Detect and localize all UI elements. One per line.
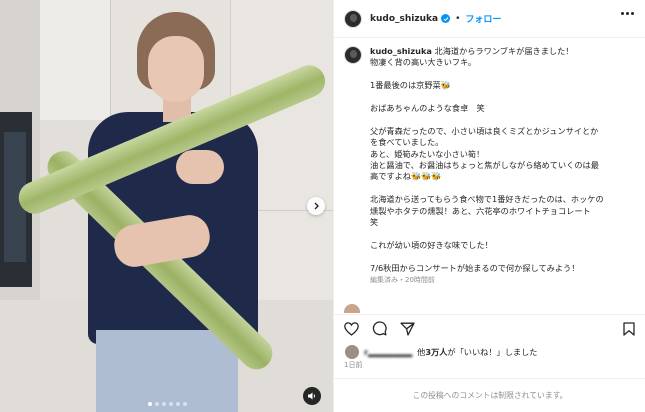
verified-badge-icon [441, 14, 451, 23]
comment-preview-text [368, 304, 541, 313]
speaker-icon [308, 392, 315, 400]
liker-avatar [344, 344, 360, 360]
carousel-dot [183, 402, 187, 406]
caption-text: kudo_shizuka 北海道からラワンブキが届きました！ 物凄く背の高い大き… [370, 46, 628, 310]
header-username[interactable]: kudo_shizuka [370, 14, 438, 24]
caption-line: 笑 [370, 217, 379, 228]
heart-icon [343, 321, 359, 336]
liker-username[interactable]: r▂▂▂▂▂▂▂ [364, 347, 412, 357]
likes-summary[interactable]: r▂▂▂▂▂▂▂ 他3万人が「いいね！」しました [344, 344, 537, 360]
comment-icon [372, 321, 387, 336]
caption-line: 油と醤油で、お醤油はちょっと焦がしながら絡めていくのは最 [370, 160, 599, 171]
follow-button[interactable]: フォロー [465, 12, 501, 25]
caption-line: 父が青森だったので、小さい頃は良くミズとかジュンサイとか [370, 125, 599, 136]
sound-toggle-button[interactable] [303, 387, 321, 405]
carousel-dot [148, 402, 152, 406]
more-options-icon[interactable] [621, 12, 634, 15]
caption-line: 物凄く背の高い大きいフキ。 [370, 57, 477, 68]
likes-text: 他3万人が「いいね！」しました [417, 347, 538, 357]
carousel-dot [162, 402, 166, 406]
hand-upper [176, 150, 224, 184]
carousel-dot [176, 402, 180, 406]
caption-line: これが幼い頃の好きな味でした！ [370, 239, 493, 250]
caption-line: を食べていました。 [370, 137, 444, 148]
chevron-right-icon [314, 202, 319, 210]
instagram-post-modal: kudo_shizuka • フォロー kudo_shizuka 北海道からラワ… [0, 0, 645, 412]
carousel-dot [155, 402, 159, 406]
caption-line: あと、姫筍みたいな小さい筍！ [370, 148, 485, 159]
header-separator: • [455, 13, 461, 24]
paper-plane-icon [399, 322, 415, 336]
like-button[interactable] [342, 320, 360, 338]
action-bar [334, 314, 645, 342]
person-holding-fuki [0, 0, 333, 412]
edited-timestamp: 編集済み・20時間前 [370, 276, 435, 285]
comment-preview [344, 304, 636, 313]
post-media[interactable] [0, 0, 333, 412]
next-media-button[interactable] [307, 197, 325, 215]
caption-username[interactable]: kudo_shizuka [370, 46, 432, 56]
comment-button[interactable] [370, 320, 388, 338]
post-time: 1日前 [344, 361, 363, 369]
post-caption: kudo_shizuka 北海道からラワンブキが届きました！ 物凄く背の高い大き… [344, 46, 634, 310]
likes-count[interactable]: 3万人 [425, 347, 447, 357]
caption-line: 高ですよね🐝🐝🐝 [370, 171, 442, 182]
comments-restricted-notice: この投稿へのコメントは制限されています。 [334, 378, 645, 412]
caption-line: おばあちゃんのような食卓 笑 [370, 103, 485, 114]
caption-line: 1番最後のは京野菜🐝 [370, 80, 451, 91]
post-side-panel: kudo_shizuka • フォロー kudo_shizuka 北海道からラワ… [333, 0, 645, 412]
post-header: kudo_shizuka • フォロー [334, 0, 645, 38]
face [148, 36, 204, 102]
caption-avatar[interactable] [344, 46, 362, 64]
save-button[interactable] [620, 320, 638, 338]
caption-line: 燻製やホタテの燻製！あと、六花亭のホワイトチョコレート [370, 205, 591, 216]
caption-line: 7/6秋田からコンサートが始まるので何か探してみよう！ [370, 262, 580, 273]
caption-line: 北海道から送ってもらう食べ物で1番好きだったのは、ホッケの [370, 194, 604, 205]
caption-body: 北海道からラワンブキが届きました！ 物凄く背の高い大きいフキ。 1番最後のは京野… [370, 46, 604, 273]
jeans [96, 330, 238, 412]
share-button[interactable] [398, 320, 416, 338]
carousel-dots [148, 402, 187, 406]
avatar[interactable] [344, 9, 362, 28]
caption-line: 北海道からラワンブキが届きました！ [434, 46, 574, 56]
commenter-avatar[interactable] [344, 304, 360, 313]
bookmark-icon [623, 321, 635, 336]
carousel-dot [169, 402, 173, 406]
